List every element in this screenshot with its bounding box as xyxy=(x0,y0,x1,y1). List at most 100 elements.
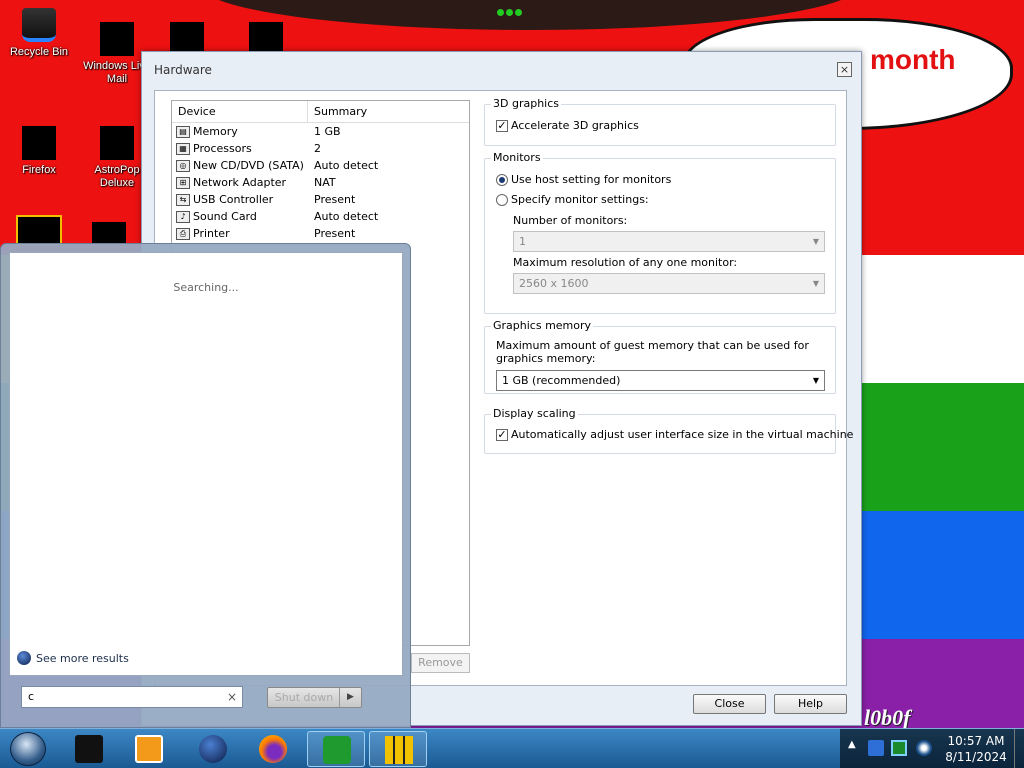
device-name: Network Adapter xyxy=(193,176,287,189)
column-header-device[interactable]: Device xyxy=(172,101,308,122)
show-hidden-icons-button[interactable]: ▲ xyxy=(848,739,856,750)
auto-adjust-checkbox[interactable]: ✓ xyxy=(496,429,508,441)
clock-time[interactable]: 10:57 AM xyxy=(946,734,1006,748)
desktop-icon-recycle-bin[interactable]: Recycle Bin xyxy=(2,8,76,59)
network-icon[interactable] xyxy=(891,740,907,756)
firefox-icon xyxy=(259,735,287,763)
start-search-input[interactable]: c × xyxy=(21,686,243,708)
sound-card-icon: ♪ xyxy=(176,210,190,223)
wallpaper-speech-text: month xyxy=(870,44,956,75)
device-list-header: Device Summary xyxy=(172,101,469,123)
clear-search-icon[interactable]: × xyxy=(227,687,237,707)
yellow-app-icon xyxy=(385,736,413,764)
group-label: Display scaling xyxy=(491,407,578,420)
device-summary: Present xyxy=(314,193,356,206)
graphics-memory-value: 1 GB (recommended) xyxy=(502,374,621,387)
shutdown-options-arrow-icon[interactable]: ▶ xyxy=(339,688,361,707)
start-menu-results-pane: Searching... See more results xyxy=(9,252,403,676)
accelerate-3d-checkbox[interactable]: ✓ xyxy=(496,120,508,132)
device-row[interactable]: ▤ Memory 1 GB xyxy=(172,123,469,140)
taskbar-item-yellow-app[interactable] xyxy=(369,731,427,767)
max-resolution-select[interactable]: 2560 x 1600 ▼ xyxy=(513,273,825,294)
search-orb-icon xyxy=(17,651,31,665)
start-button[interactable] xyxy=(4,730,52,768)
use-host-label: Use host setting for monitors xyxy=(511,173,672,186)
astropop-icon xyxy=(100,126,134,160)
desktop-icon-label: Recycle Bin xyxy=(9,46,69,58)
chevron-down-icon: ▼ xyxy=(812,237,819,246)
desktop-icon-firefox[interactable]: Firefox xyxy=(2,126,76,177)
wallpaper-scribble: l0b0f xyxy=(864,705,911,728)
specify-settings-row[interactable]: Specify monitor settings: xyxy=(496,193,649,206)
device-name-cell: ▤ Memory xyxy=(172,125,308,138)
device-name-cell: ▦ Processors xyxy=(172,142,308,155)
device-row[interactable]: ◎ New CD/DVD (SATA) Auto detect xyxy=(172,157,469,174)
processor-icon: ▦ xyxy=(176,142,190,155)
device-row[interactable]: ♪ Sound Card Auto detect xyxy=(172,208,469,225)
start-menu: Searching... See more results c × Shut d… xyxy=(0,243,411,728)
device-name: Processors xyxy=(193,142,252,155)
usb-icon: ⇆ xyxy=(176,193,190,206)
windows-live-mail-icon xyxy=(100,22,134,56)
max-resolution-value: 2560 x 1600 xyxy=(519,277,589,290)
device-name-cell: ◎ New CD/DVD (SATA) xyxy=(172,159,308,172)
chevron-down-icon: ▼ xyxy=(812,279,819,288)
remove-button[interactable]: Remove xyxy=(411,653,470,673)
num-monitors-select[interactable]: 1 ▼ xyxy=(513,231,825,252)
max-resolution-label: Maximum resolution of any one monitor: xyxy=(513,256,738,269)
group-label: 3D graphics xyxy=(491,97,561,110)
group-label: Monitors xyxy=(491,151,543,164)
taskbar-item-black-app[interactable] xyxy=(60,731,118,767)
see-more-results-link[interactable]: See more results xyxy=(17,651,129,665)
cd-dvd-icon: ◎ xyxy=(176,159,190,172)
media-player-icon xyxy=(135,735,163,763)
use-host-row[interactable]: Use host setting for monitors xyxy=(496,173,671,186)
windows-orb-icon xyxy=(10,732,46,766)
close-button[interactable]: Close xyxy=(693,694,766,714)
start-search-value: c xyxy=(28,690,35,703)
taskbar-item-globe[interactable] xyxy=(184,731,242,767)
num-monitors-value: 1 xyxy=(519,235,526,248)
device-name-cell: ⇆ USB Controller xyxy=(172,193,308,206)
accelerate-3d-label: Accelerate 3D graphics xyxy=(511,119,639,132)
device-row[interactable]: ⎙ Printer Present xyxy=(172,225,469,242)
shutdown-button[interactable]: Shut down ▶ xyxy=(267,687,362,708)
memory-icon: ▤ xyxy=(176,125,190,138)
device-row[interactable]: ▦ Processors 2 xyxy=(172,140,469,157)
device-name-cell: ⊞ Network Adapter xyxy=(172,176,308,189)
device-name-cell: ♪ Sound Card xyxy=(172,210,308,223)
show-desktop-button[interactable] xyxy=(1014,729,1024,768)
device-summary: NAT xyxy=(314,176,336,189)
shutdown-label: Shut down xyxy=(274,691,334,704)
device-name: New CD/DVD (SATA) xyxy=(193,159,304,172)
black-app-icon xyxy=(75,735,103,763)
help-button[interactable]: Help xyxy=(774,694,847,714)
graphics-memory-select[interactable]: 1 GB (recommended) ▼ xyxy=(496,370,825,391)
printer-icon: ⎙ xyxy=(176,227,190,240)
device-row[interactable]: ⊞ Network Adapter NAT xyxy=(172,174,469,191)
accelerate-3d-row[interactable]: ✓ Accelerate 3D graphics xyxy=(496,119,639,132)
taskbar-item-firefox[interactable] xyxy=(244,731,302,767)
globe-icon xyxy=(199,735,227,763)
network-adapter-icon: ⊞ xyxy=(176,176,190,189)
clock-date[interactable]: 8/11/2024 xyxy=(941,750,1011,764)
tray-app-icon[interactable] xyxy=(868,740,884,756)
taskbar-item-download-manager[interactable] xyxy=(307,731,365,767)
specify-settings-radio[interactable] xyxy=(496,194,508,206)
column-header-summary[interactable]: Summary xyxy=(308,101,367,122)
group-graphics-memory: Graphics memory Maximum amount of guest … xyxy=(484,319,836,394)
auto-adjust-row[interactable]: ✓ Automatically adjust user interface siz… xyxy=(496,428,853,441)
device-name-cell: ⎙ Printer xyxy=(172,227,308,240)
use-host-radio[interactable] xyxy=(496,174,508,186)
group-label: Graphics memory xyxy=(491,319,594,332)
desktop-icon-partial[interactable] xyxy=(92,222,126,244)
desktop-icon-partial[interactable] xyxy=(16,215,62,245)
auto-adjust-label: Automatically adjust user interface size… xyxy=(511,428,854,441)
group-display-scaling: Display scaling ✓ Automatically adjust us… xyxy=(484,407,853,454)
dialog-close-button[interactable]: × xyxy=(837,62,852,77)
taskbar-item-media-player[interactable] xyxy=(120,731,178,767)
volume-icon[interactable] xyxy=(916,740,932,756)
device-summary: 1 GB xyxy=(314,125,341,138)
device-row[interactable]: ⇆ USB Controller Present xyxy=(172,191,469,208)
wallpaper-green-dots xyxy=(497,6,527,18)
